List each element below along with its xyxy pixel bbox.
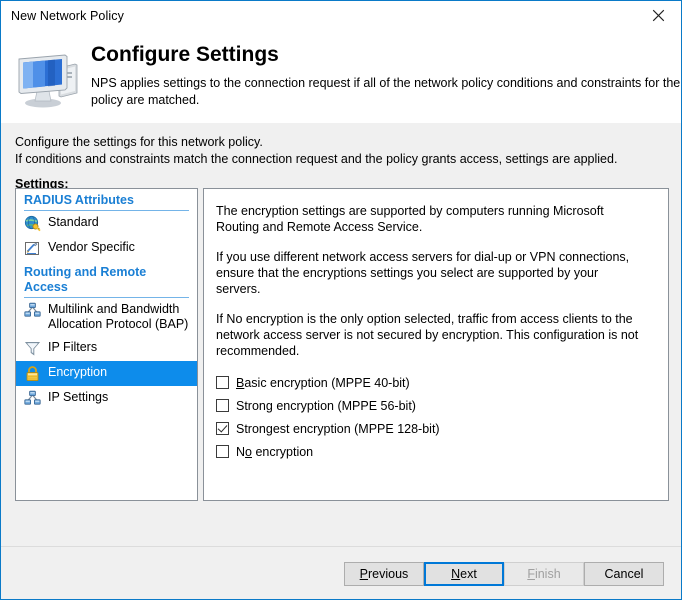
checkbox-unchecked-icon[interactable] (216, 399, 229, 412)
sidebar-item-multilink-and-bandwidth-allocation-protocol-bap[interactable]: Multilink and Bandwidth Allocation Proto… (16, 298, 197, 336)
sidebar-item-ip-settings[interactable]: IP Settings (16, 386, 197, 411)
checkbox-label: No encryption (236, 444, 314, 459)
checkbox-strong-encryption-mppe-56-bit[interactable]: Strong encryption (MPPE 56-bit) (216, 394, 646, 417)
globe-key-icon (24, 215, 41, 232)
page-title: Configure Settings (91, 43, 279, 66)
padlock-icon (24, 365, 41, 382)
checkbox-unchecked-icon[interactable] (216, 376, 229, 389)
next-accel: N (451, 567, 461, 581)
sidebar-item-label: IP Filters (48, 340, 98, 354)
network-nodes-icon (24, 390, 41, 407)
description-paragraph: If No encryption is the only option sele… (216, 312, 639, 358)
tree-group-header: Routing and Remote Access (24, 261, 189, 298)
previous-label: revious (368, 567, 409, 581)
next-button[interactable]: Next (424, 562, 504, 586)
checkbox-label: Basic encryption (MPPE 40-bit) (236, 375, 410, 390)
sidebar-item-ip-filters[interactable]: IP Filters (16, 336, 197, 361)
encryption-options-list[interactable]: Basic encryption (MPPE 40-bit) Strong enc… (216, 371, 646, 463)
cancel-button[interactable]: Cancel (584, 562, 664, 586)
finish-accel: F (527, 567, 535, 581)
sidebar-item-standard[interactable]: Standard (16, 211, 197, 236)
instruction-line-1: Configure the settings for this network … (15, 135, 263, 149)
settings-tree-panel[interactable]: RADIUS Attributes Standard Vendor Specific… (15, 188, 198, 501)
description-paragraph: The encryption settings are supported by… (216, 204, 604, 234)
instruction-line-2: If conditions and constraints match the … (15, 152, 618, 166)
close-icon (652, 9, 665, 22)
sidebar-item-label: IP Settings (48, 390, 109, 404)
sidebar-item-vendor-specific[interactable]: Vendor Specific (16, 236, 197, 261)
funnel-icon (24, 340, 41, 357)
checkbox-unchecked-icon[interactable] (216, 445, 229, 458)
sidebar-item-label: Multilink and Bandwidth Allocation Proto… (48, 302, 189, 331)
previous-accel: P (359, 567, 369, 581)
checkbox-checked-icon[interactable] (216, 422, 229, 435)
next-label: ext (460, 567, 477, 581)
network-nodes-icon (24, 302, 41, 319)
title-bar: New Network Policy (1, 1, 681, 31)
encryption-description: The encryption settings are supported by… (216, 203, 644, 359)
window-title: New Network Policy (11, 9, 124, 23)
cancel-label: Cancel (604, 567, 644, 581)
pencil-box-icon (24, 240, 41, 257)
sidebar-item-label: Vendor Specific (48, 240, 135, 254)
page-description: NPS applies settings to the connection r… (91, 76, 681, 107)
checkbox-label: Strongest encryption (MPPE 128-bit) (236, 421, 440, 436)
encryption-content-panel: The encryption settings are supported by… (203, 188, 669, 501)
instruction-block: Configure the settings for this network … (1, 123, 681, 191)
checkbox-label: Strong encryption (MPPE 56-bit) (236, 398, 416, 413)
header-band: Configure Settings NPS applies settings … (1, 31, 681, 123)
sidebar-item-label: Standard (48, 215, 99, 229)
finish-button: Finish (504, 562, 584, 586)
tree-group-header: RADIUS Attributes (24, 189, 189, 211)
checkbox-no-encryption[interactable]: No encryption (216, 440, 646, 463)
description-paragraph: If you use different network access serv… (216, 250, 630, 296)
previous-button[interactable]: Previous (344, 562, 424, 586)
close-button[interactable] (636, 1, 681, 30)
sidebar-item-encryption[interactable]: Encryption (16, 361, 197, 386)
checkbox-strongest-encryption-mppe-128-bit[interactable]: Strongest encryption (MPPE 128-bit) (216, 417, 646, 440)
dialog-button-bar: Previous Next Finish Cancel (1, 547, 681, 599)
computer-monitor-icon (15, 51, 83, 111)
sidebar-item-label: Encryption (48, 365, 108, 379)
new-network-policy-dialog: New Network Policy Configure Settings NP… (0, 0, 682, 600)
checkbox-basic-encryption-mppe-40-bit[interactable]: Basic encryption (MPPE 40-bit) (216, 371, 646, 394)
finish-label: inish (534, 567, 561, 581)
